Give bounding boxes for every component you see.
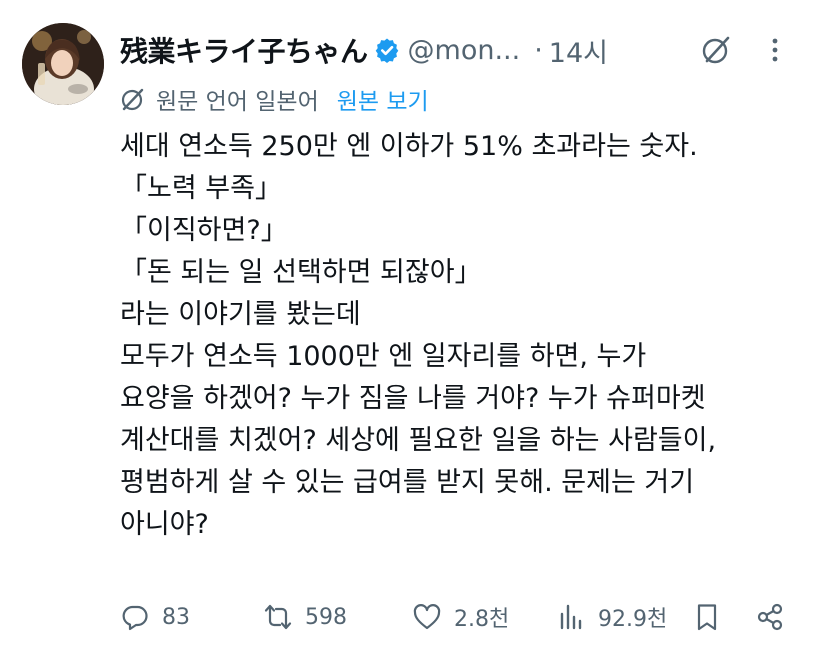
like-icon <box>413 604 441 630</box>
author-handle[interactable]: @mon... <box>408 35 521 66</box>
bookmark-icon <box>697 604 717 631</box>
more-icon[interactable] <box>765 36 785 64</box>
bookmark-button[interactable] <box>692 595 722 639</box>
tweet-timestamp[interactable]: 14시 <box>549 31 608 70</box>
verified-badge-icon <box>374 37 400 63</box>
share-button[interactable] <box>755 595 785 639</box>
repost-button[interactable]: 598 <box>263 595 347 639</box>
tweet-body-line: 라는 이야기를 봤는데 <box>120 299 361 330</box>
tweet-body-line: 요양을 하겠어? 누가 짐을 나를 거야? 누가 슈퍼마켓 <box>120 383 706 414</box>
separator-dot: · <box>534 34 543 66</box>
view-original-link[interactable]: 원본 보기 <box>337 82 429 116</box>
like-count: 2.8천 <box>454 607 510 632</box>
tweet-body: 세대 연소득 250만 엔 이하가 51% 초과라는 숫자. 「노력 부족」 「… <box>120 126 810 546</box>
tweet-body-line: 「돈 되는 일 선택하면 되잖아」 <box>120 257 482 288</box>
reply-count: 83 <box>162 604 190 630</box>
tweet-body-line: 아니야? <box>120 509 209 540</box>
views-button[interactable]: 92.9천 <box>556 595 667 639</box>
tweet-body-line: 계산대를 치겠어? 세상에 필요한 일을 하는 사람들이, <box>120 425 717 456</box>
tweet[interactable]: 残業キライ子ちゃん @mon... · 14시 원문 언어 일본어 원본 보기 … <box>0 0 816 651</box>
tweet-header: 残業キライ子ちゃん @mon... · 14시 <box>120 30 608 70</box>
tweet-body-line: 「이직하면?」 <box>120 215 288 246</box>
views-icon <box>560 604 582 630</box>
author-display-name[interactable]: 残業キライ子ちゃん <box>120 30 368 70</box>
tweet-body-line: 세대 연소득 250만 엔 이하가 51% 초과라는 숫자. <box>120 131 698 162</box>
reply-icon <box>122 605 148 631</box>
translation-language-label: 원문 언어 일본어 <box>156 89 319 115</box>
repost-count: 598 <box>305 604 347 630</box>
like-button[interactable]: 2.8천 <box>412 595 509 639</box>
avatar[interactable] <box>22 23 104 105</box>
grok-icon[interactable] <box>700 34 732 66</box>
translate-icon <box>120 86 146 112</box>
view-count: 92.9천 <box>598 607 668 632</box>
tweet-body-line: 평범하게 살 수 있는 급여를 받지 못해. 문제는 거기 <box>120 467 695 498</box>
reply-button[interactable]: 83 <box>120 595 190 639</box>
share-icon <box>757 603 783 631</box>
action-bar: 83 598 2.8천 92.9천 <box>0 595 816 639</box>
tweet-body-line: 모두가 연소득 1000만 엔 일자리를 하면, 누가 <box>120 341 647 372</box>
translation-notice: 원문 언어 일본어 원본 보기 <box>120 82 429 116</box>
tweet-body-line: 「노력 부족」 <box>120 173 282 204</box>
repost-icon <box>264 604 292 630</box>
